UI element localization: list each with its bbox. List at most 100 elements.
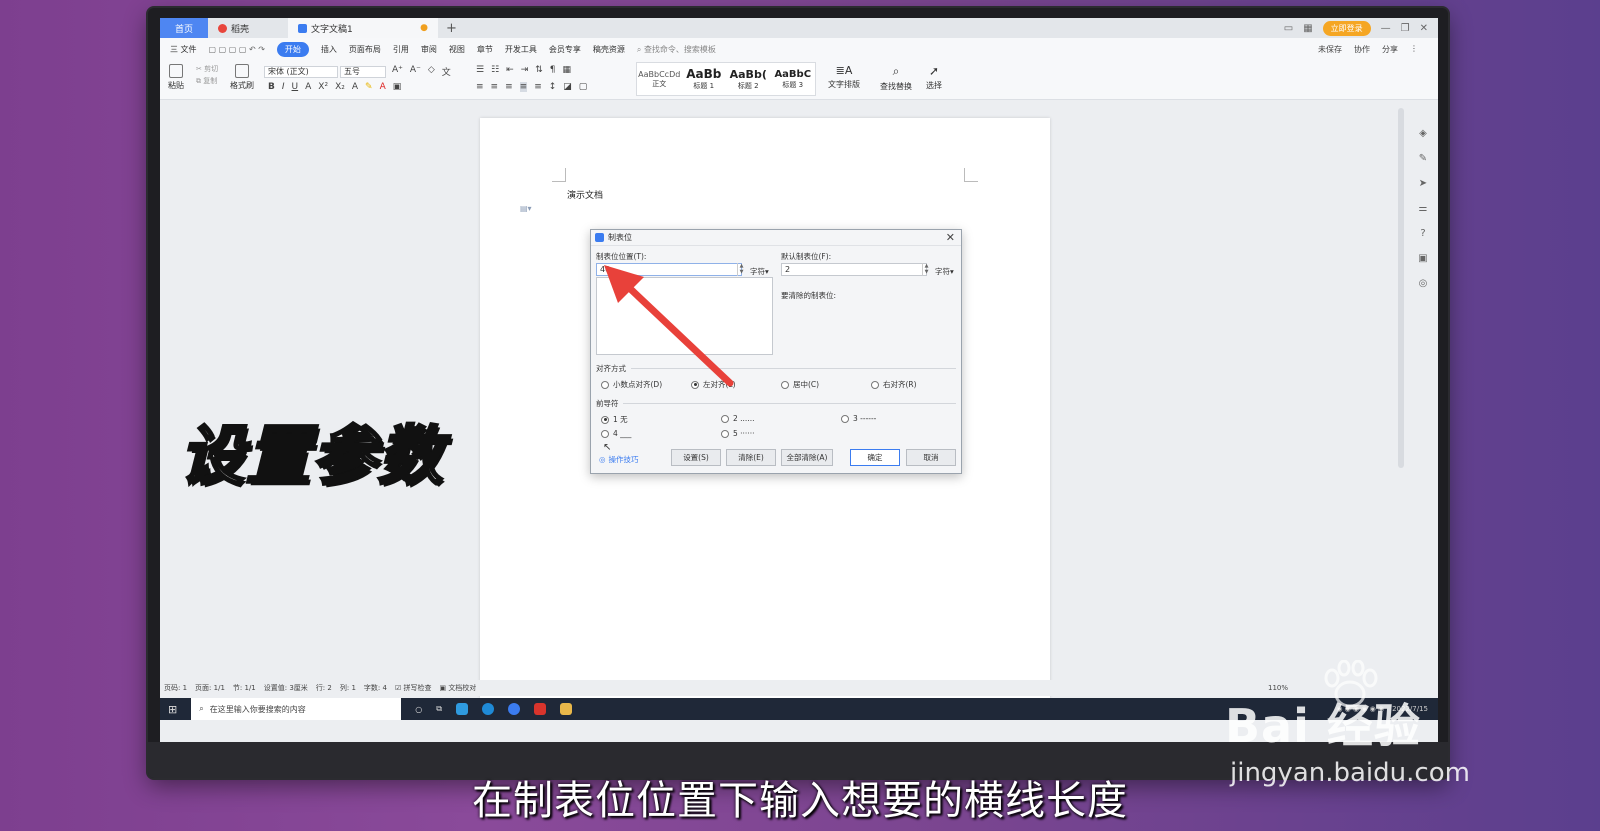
bold-icon[interactable]: B [268,82,275,92]
quick-access-icons[interactable]: ▢ ▢ ▢ ▢ ↶ ↷ [209,45,265,54]
wps-icon[interactable] [533,703,546,715]
close-icon[interactable]: ✕ [946,231,961,244]
share-button[interactable]: 分享 [1382,44,1398,55]
borders-icon[interactable]: ▢ [579,82,588,92]
italic-icon[interactable]: I [282,82,285,92]
menu-item-start[interactable]: 开始 [276,41,309,57]
edge-icon[interactable] [481,703,494,715]
numbering-icon[interactable]: ☷ [491,65,499,75]
align-center-radio[interactable]: 居中(C) [781,379,819,390]
clear-all-button[interactable]: 全部清除(A) [781,449,833,466]
tab-templates[interactable]: 稻壳 [208,18,288,38]
text-effect-icon[interactable]: A [352,82,358,92]
grow-font-icon[interactable]: A⁺ [392,65,403,78]
unsaved-button[interactable]: 未保存 [1318,44,1342,55]
bullets-icon[interactable]: ☰ [476,65,484,75]
menu-item-developer[interactable]: 开发工具 [505,44,537,55]
leader-underline-radio[interactable]: 4 ___ [601,429,631,438]
collab-button[interactable]: 协作 [1354,44,1370,55]
menu-item-member[interactable]: 会员专享 [549,44,581,55]
vertical-scrollbar[interactable] [1398,108,1404,468]
table-icon[interactable]: ▦ [563,65,572,75]
ok-button[interactable]: 确定 [850,449,900,466]
document-text[interactable]: 演示文档 [567,188,603,201]
strike-icon[interactable]: A [305,82,311,92]
copy-button[interactable]: ⧉ 复制 [196,76,217,86]
tab-home[interactable]: 首页 [160,18,208,38]
default-tab-input[interactable]: 2 [781,263,927,276]
cortana-icon[interactable]: ○ [415,705,422,714]
cut-button[interactable]: ✂ 剪切 [196,64,218,74]
leader-dashes-radio[interactable]: 3 ------ [841,414,876,423]
cancel-button[interactable]: 取消 [906,449,956,466]
justify-icon[interactable]: ≡ [519,82,528,92]
sogou-icon[interactable] [507,703,520,715]
text-layout-button[interactable]: ≣A 文字排版 [828,64,860,90]
default-tab-spinner[interactable]: ▲ ▼ [922,263,930,276]
clear-button[interactable]: 清除(E) [726,449,776,466]
style-heading-3[interactable]: AaBbC 标题 3 [771,63,816,95]
find-replace-button[interactable]: ⌕ 查找替换 [880,64,912,92]
indent-icon[interactable]: ⇥ [521,65,529,75]
file-explorer-icon[interactable] [559,703,572,715]
login-button[interactable]: 立即登录 [1322,20,1371,36]
menu-item-chapter[interactable]: 章节 [477,44,493,55]
more-icon[interactable]: ⋮ [1410,44,1418,55]
highlight-icon[interactable]: ✎ [365,82,373,92]
status-words[interactable]: 字数: 4 [364,683,387,693]
menu-file[interactable]: 三 文件 [170,44,197,55]
underline-icon[interactable]: U [292,82,299,92]
menu-item-layout[interactable]: 页面布局 [349,44,381,55]
font-size-select[interactable]: 五号 [340,66,386,78]
maximize-icon[interactable]: ❐ [1401,23,1410,34]
minimize-icon[interactable]: — [1381,23,1391,34]
paragraph-options-icon[interactable]: ▤▾ [520,204,532,213]
distribute-icon[interactable]: ≡ [534,82,542,92]
set-button[interactable]: 设置(S) [671,449,721,466]
menu-item-insert[interactable]: 插入 [321,44,337,55]
help-icon[interactable]: ? [1420,228,1425,239]
menu-item-reference[interactable]: 引用 [393,44,409,55]
task-view-icon[interactable]: ⧉ [436,704,442,714]
style-heading-2[interactable]: AaBb(标题 2 [726,63,771,95]
pen-icon[interactable]: ✎ [1419,153,1427,164]
align-left-icon[interactable]: ≡ [476,82,484,92]
clear-format-icon[interactable]: ◇ [428,65,435,78]
apps-grid-icon[interactable]: ▦ [1303,23,1312,34]
menu-item-resources[interactable]: 稿壳资源 [593,44,625,55]
style-heading-1[interactable]: AaBb 标题 1 [682,63,727,95]
format-painter-button[interactable]: 格式刷 [230,64,254,91]
superscript-icon[interactable]: X² [318,82,328,92]
leader-middots-radio[interactable]: 5 ······ [721,429,754,438]
menu-item-view[interactable]: 视图 [449,44,465,55]
outdent-icon[interactable]: ⇤ [506,65,514,75]
shading-icon[interactable]: ◪ [563,82,572,92]
tab-position-unit[interactable]: 字符▾ [750,266,769,277]
layout-icon[interactable]: ▭ [1284,23,1293,34]
style-normal[interactable]: AaBbCcDd 正文 [637,63,682,95]
paste-button[interactable]: 粘贴 [168,64,184,91]
browser-icon[interactable] [455,703,468,715]
font-name-select[interactable]: 宋体 (正文) [264,66,338,78]
location-icon[interactable]: ◎ [1419,278,1428,289]
leader-none-radio[interactable]: 1 无 [601,414,628,425]
char-border-icon[interactable]: ▣ [393,82,402,92]
tab-document[interactable]: 文字文稿1 ● [288,18,438,38]
settings-sliders-icon[interactable]: ⚌ [1419,203,1428,214]
align-center-icon[interactable]: ≡ [491,82,499,92]
line-spacing-icon[interactable]: ↕ [549,82,557,92]
show-marks-icon[interactable]: ¶ [550,65,556,75]
subscript-icon[interactable]: X₂ [335,82,345,92]
windows-start-icon[interactable]: ⊞ [168,703,177,716]
menu-item-review[interactable]: 审阅 [421,44,437,55]
default-tab-unit[interactable]: 字符▾ [935,266,954,277]
tips-link[interactable]: ◎ 操作技巧 [599,454,639,465]
leader-dots-radio[interactable]: 2 ...... [721,414,754,423]
sort-icon[interactable]: ⇅ [535,65,543,75]
taskbar-search[interactable]: ⌕ 在这里输入你要搜索的内容 [191,698,402,720]
font-color-icon[interactable]: A [380,82,386,92]
shrink-font-icon[interactable]: A⁻ [410,65,421,78]
select-button[interactable]: ➚ 选择 [926,64,942,91]
review-icon[interactable]: ◈ [1419,128,1427,139]
proofread-button[interactable]: ▣ 文档校对 [439,683,476,693]
